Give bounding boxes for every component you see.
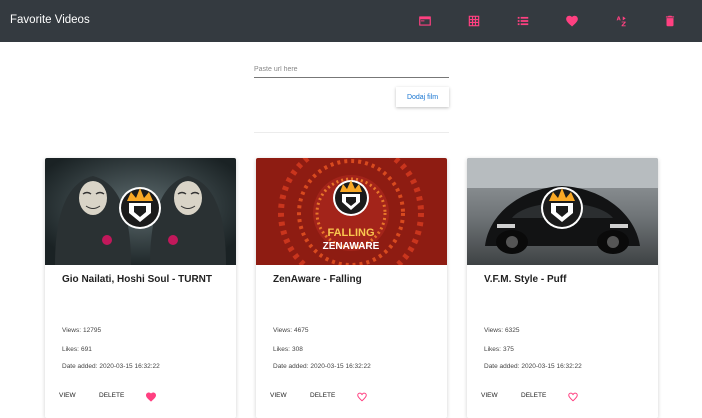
divider [254, 132, 449, 133]
views-count: Views: 4675 [273, 327, 309, 334]
date-added: Date added: 2020-03-15 16:32:22 [484, 363, 582, 370]
date-added: Date added: 2020-03-15 16:32:22 [273, 363, 371, 370]
likes-count: Likes: 691 [62, 346, 92, 353]
favorites-heart-icon[interactable] [565, 14, 579, 28]
svg-text:ZENAWARE: ZENAWARE [323, 241, 380, 252]
sort-az-icon[interactable] [614, 14, 628, 28]
svg-text:FALLING: FALLING [327, 227, 374, 239]
url-input[interactable] [254, 62, 449, 78]
heart-outline-icon[interactable] [567, 391, 579, 402]
app-title: Favorite Videos [10, 14, 90, 26]
card-view-icon[interactable] [418, 14, 432, 28]
delete-button[interactable]: DELETE [310, 392, 335, 399]
video-card: FALLING ZENAWARE ZenAware - Falling View… [256, 158, 447, 418]
grid-view-icon[interactable] [467, 14, 481, 28]
delete-button[interactable]: DELETE [99, 392, 124, 399]
heart-filled-icon[interactable] [145, 391, 157, 402]
video-card: Gio Nailati, Hoshi Soul - TURNT Views: 12… [45, 158, 236, 418]
views-count: Views: 12795 [62, 327, 102, 334]
delete-button[interactable]: DELETE [521, 392, 546, 399]
view-button[interactable]: VIEW [270, 392, 287, 399]
trash-icon[interactable] [663, 14, 677, 28]
heart-outline-icon[interactable] [356, 391, 368, 402]
add-video-button[interactable]: Dodaj film [396, 87, 449, 107]
likes-count: Likes: 375 [484, 346, 514, 353]
list-view-icon[interactable] [516, 14, 530, 28]
video-thumbnail[interactable] [467, 158, 658, 265]
video-title: Gio Nailati, Hoshi Soul - TURNT [62, 274, 212, 285]
video-card: V.F.M. Style - Puff Views: 6325 Likes: 375… [467, 158, 658, 418]
video-title: V.F.M. Style - Puff [484, 274, 567, 285]
date-added: Date added: 2020-03-15 16:32:22 [62, 363, 160, 370]
video-thumbnail[interactable]: FALLING ZENAWARE [256, 158, 447, 265]
video-thumbnail[interactable] [45, 158, 236, 265]
top-navbar: Favorite Videos [0, 0, 702, 42]
likes-count: Likes: 308 [273, 346, 303, 353]
view-button[interactable]: VIEW [59, 392, 76, 399]
views-count: Views: 6325 [484, 327, 520, 334]
video-title: ZenAware - Falling [273, 274, 362, 285]
view-button[interactable]: VIEW [481, 392, 498, 399]
